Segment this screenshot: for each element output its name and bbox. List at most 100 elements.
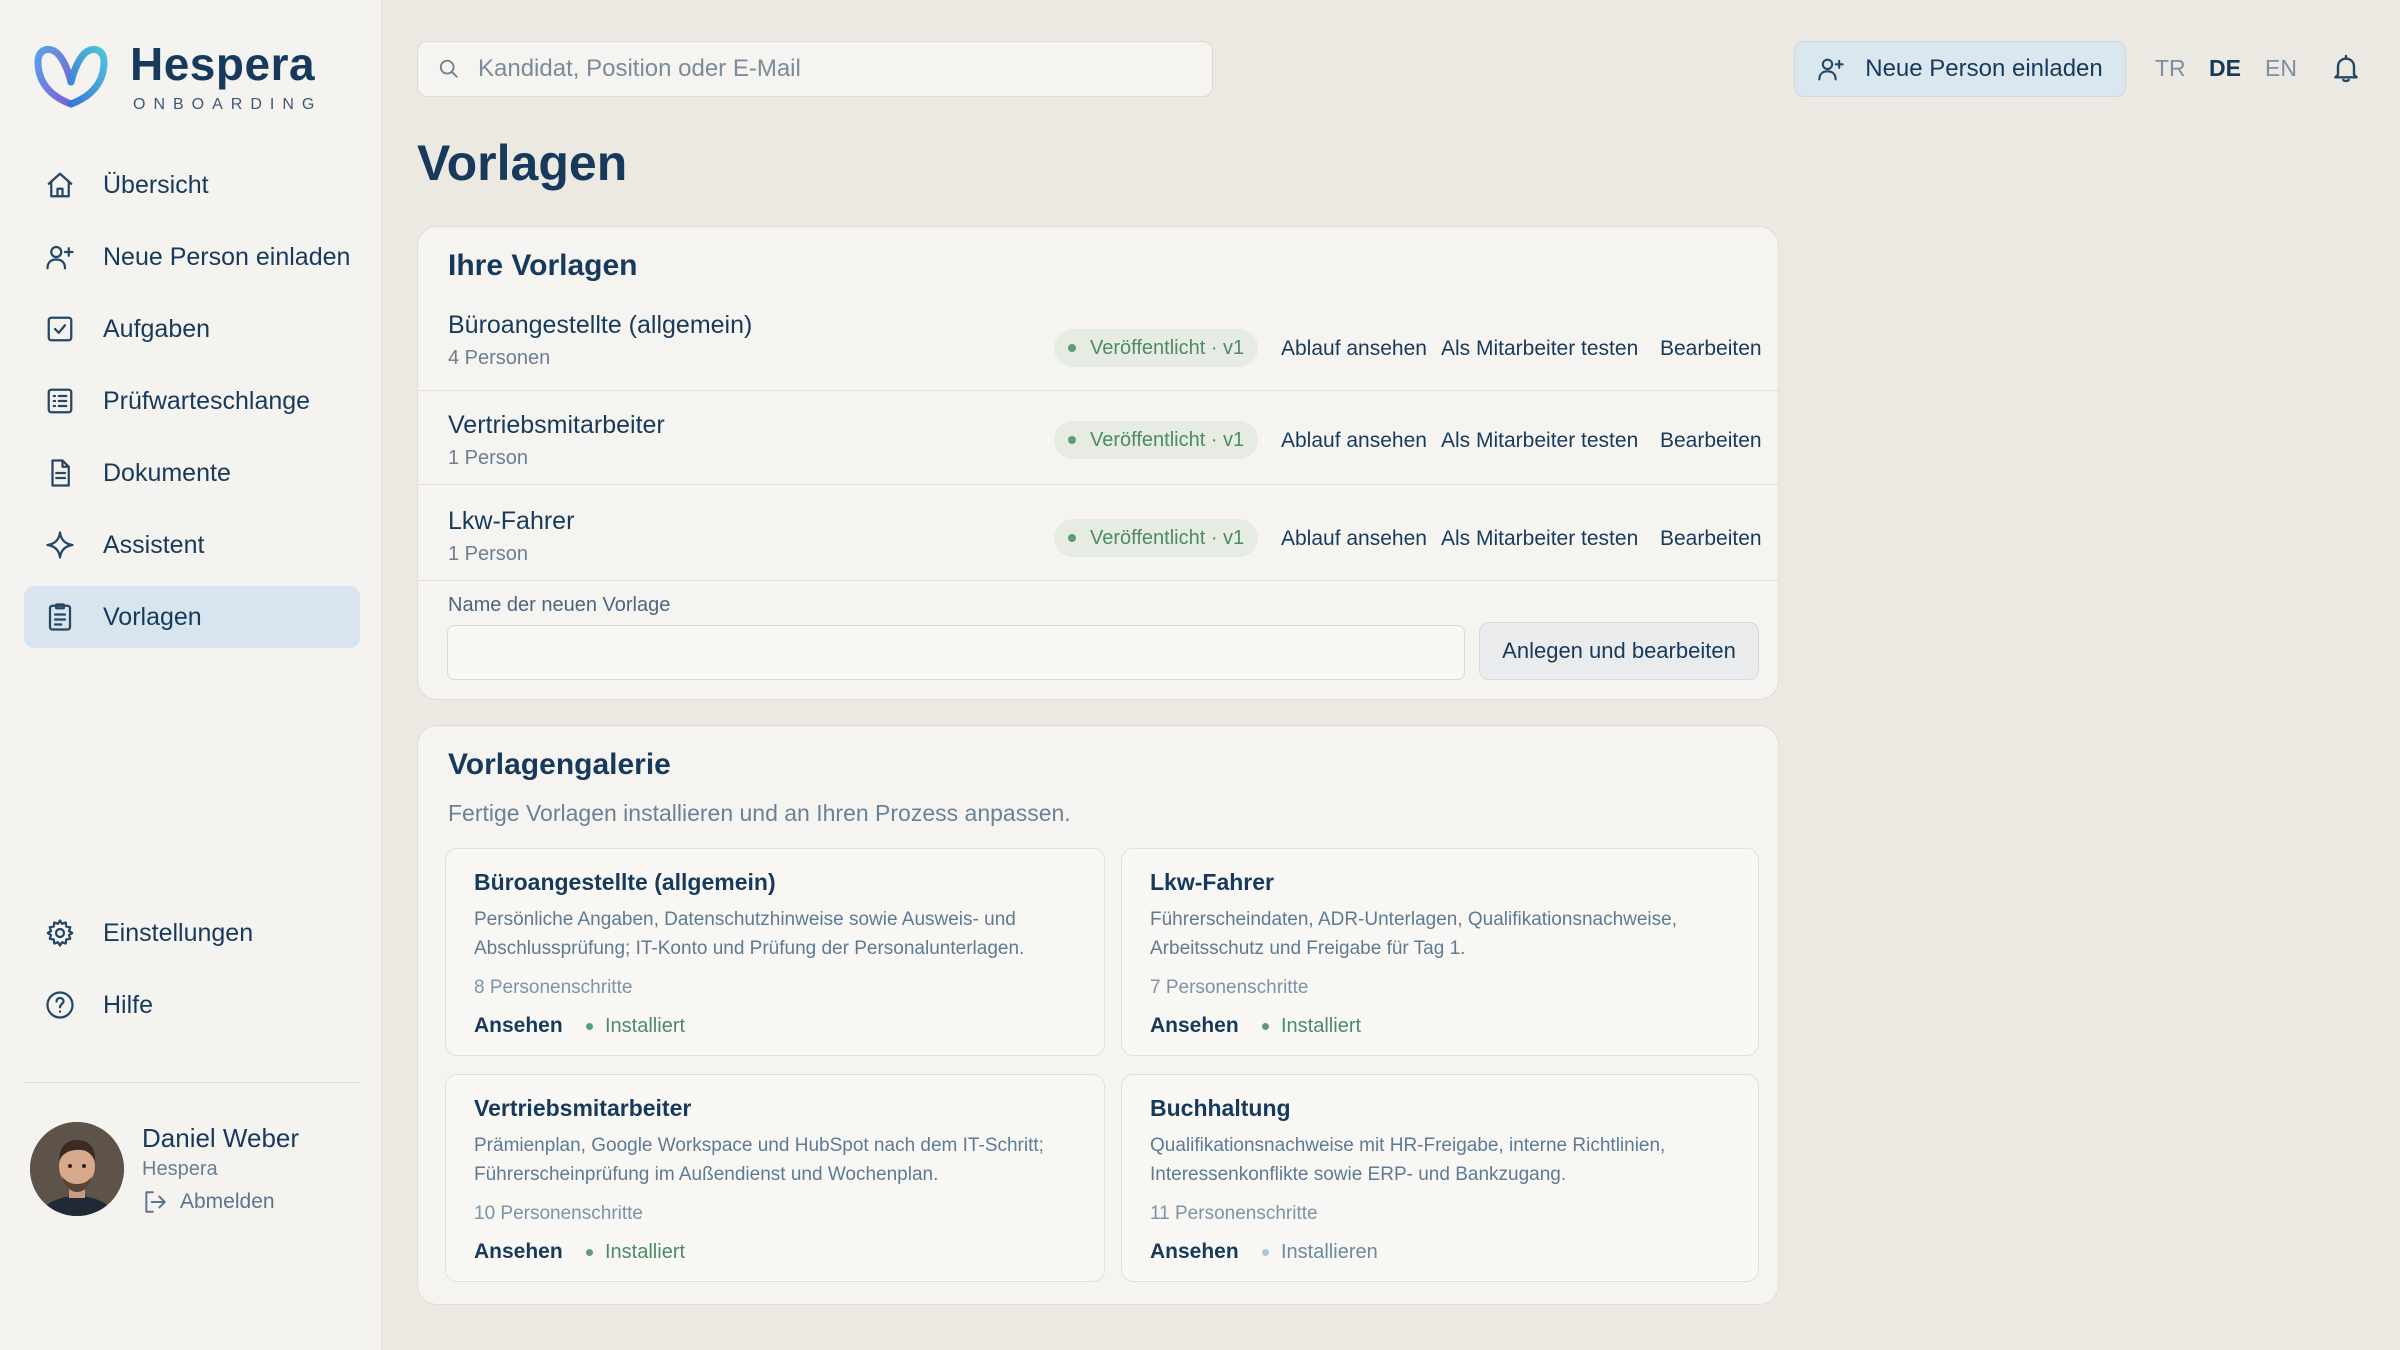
install-button[interactable]: Installieren — [1262, 1241, 1378, 1264]
gallery-template-title: Vertriebsmitarbeiter — [474, 1095, 692, 1121]
gallery-template-description: Prämienplan, Google Workspace und HubSpo… — [474, 1135, 1044, 1185]
template-gallery-title: Vorlagengalerie — [448, 748, 671, 781]
template-person-count: 1 Person — [448, 447, 529, 469]
template-name: Lkw-Fahrer — [448, 507, 575, 535]
sidebar-divider — [24, 1082, 360, 1083]
status-dot — [1262, 1023, 1269, 1030]
sparkle-icon — [44, 529, 76, 561]
sidebar-item-label: Aufgaben — [103, 314, 211, 343]
sidebar-item-overview[interactable]: Übersicht — [24, 154, 360, 216]
status-badge-label: Veröffentlicht · v1 — [1090, 526, 1245, 549]
gallery-template-title: Buchhaltung — [1150, 1095, 1291, 1121]
user-plus-icon — [1818, 58, 1844, 81]
sidebar: Hespera ONBOARDING Übersicht Neue Person… — [0, 0, 382, 1350]
gallery-template-steps: 7 Personenschritte — [1150, 977, 1309, 998]
hespera-logo — [34, 46, 108, 108]
view-flow-link[interactable]: Ablauf ansehen — [1281, 429, 1427, 453]
help-icon — [44, 989, 76, 1021]
status-dot — [586, 1023, 593, 1030]
notifications-button[interactable] — [2330, 52, 2362, 84]
template-person-count: 1 Person — [448, 543, 529, 565]
logout-button[interactable]: Abmelden — [142, 1189, 299, 1215]
user-name: Daniel Weber — [142, 1123, 300, 1153]
sidebar-item-review-queue[interactable]: Prüfwarteschlange — [24, 370, 360, 432]
status-dot — [1068, 344, 1076, 352]
sidebar-item-label: Assistent — [103, 530, 205, 559]
view-template-link[interactable]: Ansehen — [474, 1240, 563, 1264]
new-template-name-input[interactable] — [447, 625, 1465, 680]
gear-icon — [44, 917, 76, 949]
sidebar-item-assistant[interactable]: Assistent — [24, 514, 360, 576]
sidebar-nav: Übersicht Neue Person einladen Aufgaben … — [24, 154, 360, 658]
installed-status-label: Installiert — [1281, 1015, 1362, 1037]
language-de[interactable]: DE — [2209, 55, 2241, 82]
sidebar-item-label: Hilfe — [103, 990, 154, 1019]
your-templates-card: Ihre Vorlagen Büroangestellte (allgemein… — [417, 226, 1780, 700]
sidebar-item-documents[interactable]: Dokumente — [24, 442, 360, 504]
gallery-template-description: Führerscheindaten, ADR-Unterlagen, Quali… — [1150, 909, 1677, 959]
avatar[interactable] — [30, 1122, 124, 1216]
gallery-template-description: Qualifikationsnachweise mit HR-Freigabe,… — [1150, 1135, 1666, 1185]
sidebar-item-settings[interactable]: Einstellungen — [24, 902, 360, 964]
search-input[interactable] — [478, 55, 1178, 83]
gallery-template-title: Lkw-Fahrer — [1150, 869, 1274, 895]
view-flow-link[interactable]: Ablauf ansehen — [1281, 527, 1427, 551]
sidebar-item-label: Prüfwarteschlange — [103, 386, 311, 415]
gallery-template-card: Lkw-Fahrer Führerscheindaten, ADR-Unterl… — [1121, 848, 1759, 1056]
user-profile: Daniel Weber Hespera Abmelden — [30, 1122, 299, 1216]
view-template-link[interactable]: Ansehen — [474, 1014, 563, 1038]
installed-status-label: Installiert — [605, 1015, 686, 1037]
sidebar-item-label: Dokumente — [103, 458, 231, 487]
language-en[interactable]: EN — [2265, 55, 2297, 82]
check-square-icon — [44, 313, 76, 345]
sidebar-item-templates[interactable]: Vorlagen — [24, 586, 360, 648]
test-as-employee-link[interactable]: Als Mitarbeiter testen — [1441, 337, 1638, 361]
view-template-link[interactable]: Ansehen — [1150, 1014, 1239, 1038]
template-person-count: 4 Personen — [448, 347, 551, 369]
logout-icon — [145, 1191, 166, 1213]
invite-person-button[interactable]: Neue Person einladen — [1794, 41, 2126, 97]
template-name: Vertriebsmitarbeiter — [448, 411, 665, 439]
user-organization: Hespera — [142, 1158, 218, 1180]
gallery-template-steps: 10 Personenschritte — [474, 1203, 643, 1224]
template-row: Büroangestellte (allgemein) 4 Personen V… — [418, 297, 1780, 391]
edit-link[interactable]: Bearbeiten — [1660, 429, 1762, 453]
installed-status: Installiert — [1262, 1015, 1361, 1038]
page-title: Vorlagen — [417, 135, 628, 191]
clipboard-icon — [44, 601, 76, 633]
template-row: Vertriebsmitarbeiter 1 Person Veröffentl… — [418, 391, 1780, 485]
template-name: Büroangestellte (allgemein) — [448, 311, 753, 339]
new-template-label: Name der neuen Vorlage — [448, 594, 671, 616]
status-dot — [1068, 534, 1076, 542]
language-tr[interactable]: TR — [2155, 55, 2186, 82]
brand[interactable]: Hespera ONBOARDING — [32, 40, 322, 114]
search-bar — [417, 41, 1213, 97]
create-and-edit-button[interactable]: Anlegen und bearbeiten — [1479, 622, 1759, 680]
status-badge: Veröffentlicht · v1 — [1054, 329, 1259, 367]
view-flow-link[interactable]: Ablauf ansehen — [1281, 337, 1427, 361]
installed-status-label: Installiert — [605, 1241, 686, 1263]
edit-link[interactable]: Bearbeiten — [1660, 337, 1762, 361]
template-gallery-subtitle: Fertige Vorlagen installieren und an Ihr… — [448, 800, 1071, 826]
edit-link[interactable]: Bearbeiten — [1660, 527, 1762, 551]
gallery-template-card: Vertriebsmitarbeiter Prämienplan, Google… — [445, 1074, 1105, 1282]
sidebar-item-invite[interactable]: Neue Person einladen — [24, 226, 360, 288]
your-templates-title: Ihre Vorlagen — [448, 249, 638, 282]
invite-person-label: Neue Person einladen — [1865, 55, 2103, 82]
sidebar-item-help[interactable]: Hilfe — [24, 974, 360, 1036]
status-badge: Veröffentlicht · v1 — [1054, 519, 1259, 557]
gallery-template-card: Buchhaltung Qualifikationsnachweise mit … — [1121, 1074, 1759, 1282]
test-as-employee-link[interactable]: Als Mitarbeiter testen — [1441, 429, 1638, 453]
status-badge-label: Veröffentlicht · v1 — [1090, 428, 1245, 451]
brand-subtitle: ONBOARDING — [133, 96, 323, 113]
view-template-link[interactable]: Ansehen — [1150, 1240, 1239, 1264]
sidebar-item-tasks[interactable]: Aufgaben — [24, 298, 360, 360]
test-as-employee-link[interactable]: Als Mitarbeiter testen — [1441, 527, 1638, 551]
sidebar-item-label: Übersicht — [103, 170, 209, 199]
logout-label: Abmelden — [180, 1190, 275, 1213]
status-dot — [1262, 1249, 1269, 1256]
gallery-template-steps: 8 Personenschritte — [474, 977, 633, 998]
gallery-template-card: Büroangestellte (allgemein) Persönliche … — [445, 848, 1105, 1056]
status-dot — [1068, 436, 1076, 444]
install-button-label: Installieren — [1281, 1241, 1378, 1263]
